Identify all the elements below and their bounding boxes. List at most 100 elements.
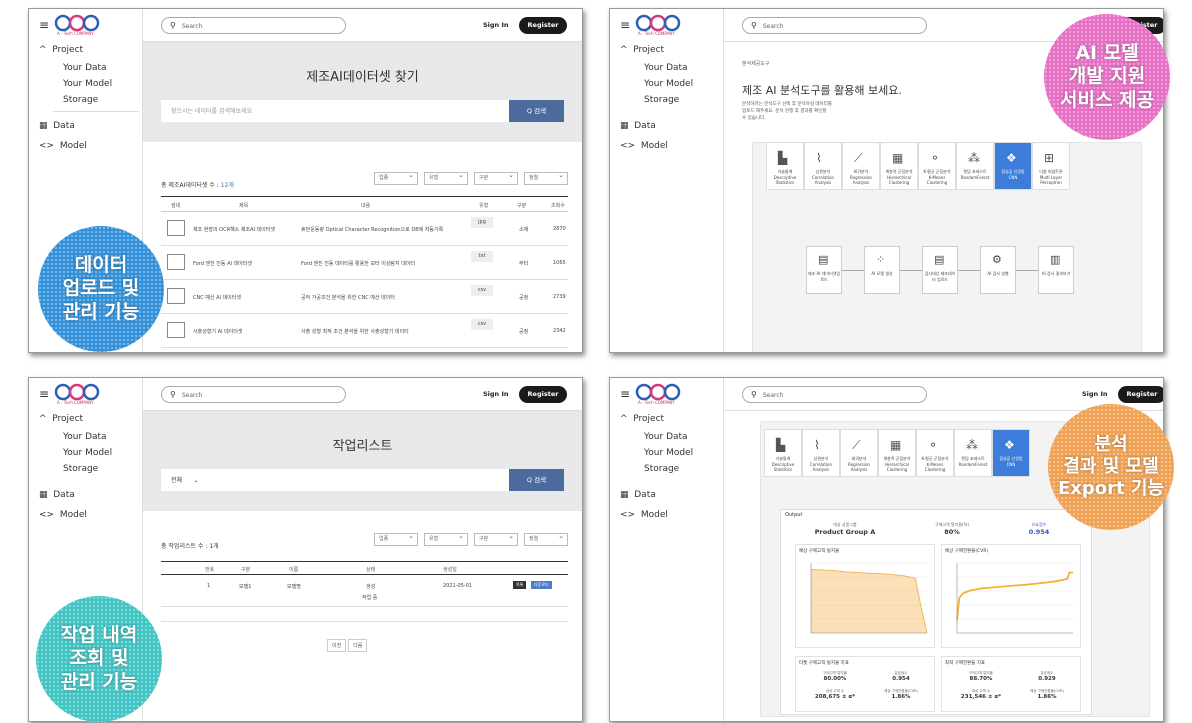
menu-icon[interactable]: ≡ <box>39 18 49 32</box>
menu-icon[interactable]: ≡ <box>39 387 49 401</box>
filter-type[interactable]: 유형 <box>424 531 468 546</box>
nav-project[interactable]: ^ Project <box>620 45 664 55</box>
tool-sublabel: Hierarchical Clustering <box>887 175 911 185</box>
nav-storage[interactable]: Storage <box>63 95 98 105</box>
register-button[interactable]: Register <box>519 17 567 34</box>
tool-regression[interactable]: ⟋ 회귀분석 Regression Analysis <box>840 429 878 477</box>
search-input[interactable]: ⚲ Search <box>742 386 927 403</box>
tool-mlp[interactable]: ⊞ 다층 퍼셉트론 Multi Layer Perceptron <box>1032 142 1070 190</box>
row-desc: 사출 성형 최적 조건 분석을 위한 사출성형기 데이터 <box>301 329 409 335</box>
register-button[interactable]: Register <box>519 386 567 403</box>
filter-industry[interactable]: 업종 <box>374 531 418 546</box>
nav-project[interactable]: ^ Project <box>39 414 83 424</box>
flow-step-create-model[interactable]: ⁘ AI 모델 생성 <box>864 246 900 294</box>
work-search-button[interactable]: Q 검색 <box>509 469 564 491</box>
tool-correlation[interactable]: ⌇ 상관분석 Correlation Analysis <box>804 142 842 190</box>
tool-descriptive-stats[interactable]: ▙ 기술통계 Descriptive Statistics <box>766 142 804 190</box>
table-row[interactable]: 1 모델1 모델명 생성 작업 중 2021-05-01 목록 다운로드 <box>161 577 568 607</box>
nav-storage[interactable]: Storage <box>644 95 679 105</box>
filter-sort[interactable]: 정렬 <box>524 170 568 185</box>
dataset-search-button[interactable]: Q 검색 <box>509 100 564 122</box>
table-header: 번호 구분 이름 상태 생성일 <box>161 561 568 575</box>
menu-icon[interactable]: ≡ <box>620 387 630 401</box>
row-cat: 부터 <box>519 261 529 267</box>
search-input[interactable]: ⚲ Search <box>161 386 346 403</box>
logo-subtitle: A - Tech COMPANY <box>638 400 675 405</box>
nav-data[interactable]: ▦ Data <box>620 490 656 500</box>
menu-icon[interactable]: ≡ <box>620 18 630 32</box>
thumbnail-icon <box>167 288 185 304</box>
flow-step-upload-target[interactable]: ▤ 검사대상 제조데이터 업로드 <box>922 246 958 294</box>
table-row[interactable]: CNC 예산 AI 데이터셋 공작 가공조건 분석을 위한 CNC 예산 데이터… <box>161 280 568 314</box>
tool-sublabel: CNN <box>1006 462 1016 467</box>
sign-in-link[interactable]: Sign In <box>483 390 509 398</box>
flow-step-run-inspection[interactable]: ⚙ AI 검사 실행 <box>980 246 1016 294</box>
search-input[interactable]: ⚲ Search <box>742 17 927 34</box>
tool-hier-clustering[interactable]: ▦ 계층적 군집분석 Hierarchical Clustering <box>880 142 918 190</box>
tool-random-forest[interactable]: ⁂ 랜덤 포레스트 RandomForest <box>954 429 992 477</box>
filter-sort[interactable]: 정렬 <box>524 531 568 546</box>
nav-model[interactable]: <> Model <box>620 141 668 151</box>
sign-in-link[interactable]: Sign In <box>483 21 509 29</box>
tool-regression[interactable]: ⟋ 회귀분석 Regression Analysis <box>842 142 880 190</box>
nav-data[interactable]: ▦ Data <box>39 490 75 500</box>
table-row[interactable]: 제조 현장의 OCR해소 제조AI 데이터셋 휴먼운동량 Optical Cha… <box>161 212 568 246</box>
work-search-box[interactable]: 전체 ⌄ Q 검색 <box>161 469 564 491</box>
row-views: 2342 <box>553 328 566 334</box>
nav-your-data[interactable]: Your Data <box>63 432 107 442</box>
nav-your-model[interactable]: Your Model <box>644 448 693 458</box>
sign-in-link[interactable]: Sign In <box>1082 390 1108 398</box>
nav-your-data[interactable]: Your Data <box>644 432 688 442</box>
nav-storage[interactable]: Storage <box>644 464 679 474</box>
filter-type[interactable]: 유형 <box>424 170 468 185</box>
row-title[interactable]: Ford 엔진 진동 AI 데이터셋 <box>193 260 252 267</box>
register-button[interactable]: Register <box>1118 386 1163 403</box>
tool-cnn[interactable]: ❖ 합성곱 신경망 CNN <box>992 429 1030 477</box>
list-button[interactable]: 목록 <box>513 581 527 589</box>
nav-project[interactable]: ^ Project <box>39 45 83 55</box>
tool-kmeans[interactable]: ⚬ K-평균 군집분석 K-Means Clustering <box>918 142 956 190</box>
dataset-search-box[interactable]: 찾으시는 데이터를 검색해보세요 Q 검색 <box>161 100 564 122</box>
flow-step-upload-dataset[interactable]: ▤ 제조 AI 데이터셋업로드 <box>806 246 842 294</box>
search-input[interactable]: ⚲ Search <box>161 17 346 34</box>
nav-model[interactable]: <> Model <box>39 510 87 520</box>
table-row[interactable]: Ford 엔진 진동 AI 데이터셋 Ford 엔진 진동 데이터를 활용한 모… <box>161 246 568 280</box>
nav-your-model[interactable]: Your Model <box>644 79 693 89</box>
network-icon: ❖ <box>1004 438 1015 452</box>
flow-step-view-results[interactable]: ▥ AI 검사 결과보기 <box>1038 246 1074 294</box>
nav-model[interactable]: <> Model <box>620 510 668 520</box>
tool-descriptive-stats[interactable]: ▙ 기술통계 Descriptive Statistics <box>764 429 802 477</box>
nav-data[interactable]: ▦ Data <box>620 121 656 131</box>
tool-hier-clustering[interactable]: ▦ 계층적 군집분석 Hierarchical Clustering <box>878 429 916 477</box>
nav-your-model[interactable]: Your Model <box>63 448 112 458</box>
category-select[interactable]: 전체 ⌄ <box>171 475 199 484</box>
tool-correlation[interactable]: ⌇ 상관분석 Correlation Analysis <box>802 429 840 477</box>
nav-storage[interactable]: Storage <box>63 464 98 474</box>
prev-page-button[interactable]: 이전 <box>327 639 347 652</box>
filter-industry[interactable]: 업종 <box>374 170 418 185</box>
tool-cnn[interactable]: ❖ 합성곱 신경망 CNN <box>994 142 1032 190</box>
logo-subtitle: A - Tech COMPANY <box>57 31 94 36</box>
nav-your-model[interactable]: Your Model <box>63 79 112 89</box>
nav-your-data[interactable]: Your Data <box>63 63 107 73</box>
nav-model[interactable]: <> Model <box>39 141 87 151</box>
download-button[interactable]: 다운로드 <box>531 581 552 589</box>
table-row[interactable]: 사출성형기 AI 데이터셋 사출 성형 최적 조건 분석을 위한 사출성형기 데… <box>161 314 568 348</box>
col-name: 이름 <box>289 567 299 573</box>
filter-category[interactable]: 구분 <box>474 531 518 546</box>
row-title[interactable]: 제조 현장의 OCR해소 제조AI 데이터셋 <box>193 226 275 233</box>
row-title[interactable]: 사출성형기 AI 데이터셋 <box>193 328 242 335</box>
tool-random-forest[interactable]: ⁂ 랜덤 포레스트 RandomForest <box>956 142 994 190</box>
nav-project-label: Project <box>633 414 665 424</box>
tree-icon: ⁂ <box>968 151 980 165</box>
table-icon: ▦ <box>620 490 629 500</box>
nav-your-data[interactable]: Your Data <box>644 63 688 73</box>
tool-kmeans[interactable]: ⚬ K-평균 군집분석 K-Means Clustering <box>916 429 954 477</box>
logo-rings-icon <box>635 383 681 401</box>
row-title[interactable]: CNC 예산 AI 데이터셋 <box>193 294 241 301</box>
next-page-button[interactable]: 다음 <box>348 639 368 652</box>
filter-category[interactable]: 구분 <box>474 170 518 185</box>
nav-data[interactable]: ▦ Data <box>39 121 75 131</box>
nav-project[interactable]: ^ Project <box>620 414 664 424</box>
table-header: 썸네 제목 내용 유형 구분 조회수 <box>161 196 568 212</box>
